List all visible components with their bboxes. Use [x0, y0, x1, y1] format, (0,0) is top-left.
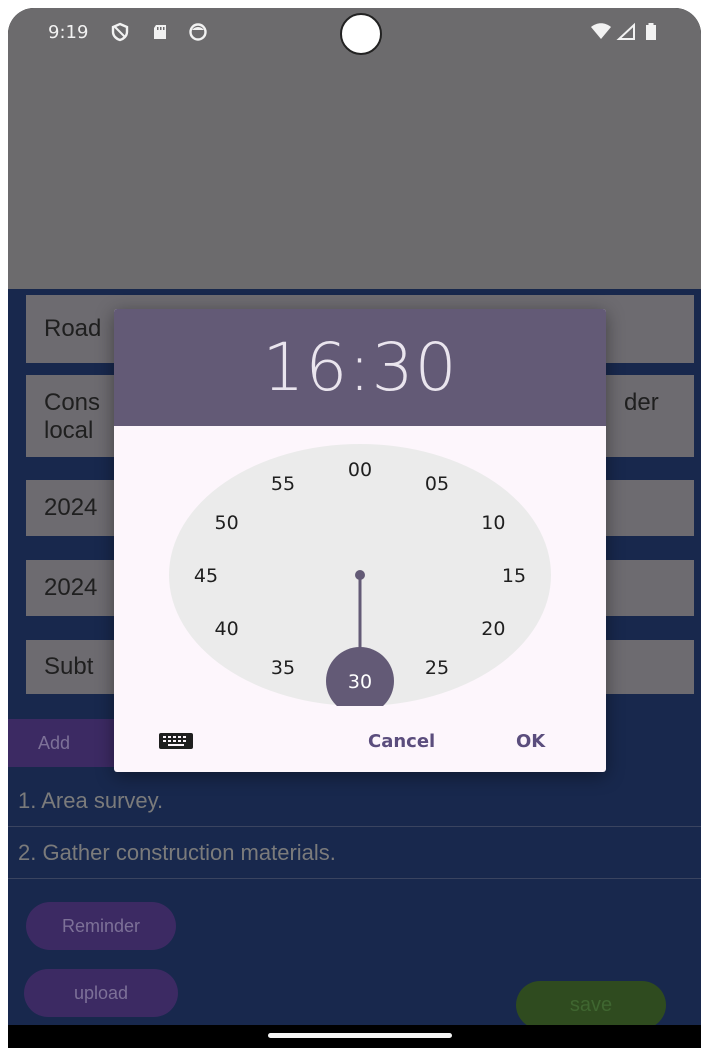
clock-minute-label-45[interactable]: 45 — [194, 565, 218, 587]
clock-minute-label-10[interactable]: 10 — [481, 512, 505, 534]
battery-icon — [646, 23, 656, 40]
reminder-label: Reminder — [61, 915, 141, 936]
phone-screen: 9:19 Road Cons local der 2024 2024 Subt … — [8, 8, 701, 1048]
time-separator: : — [348, 329, 372, 406]
dialog-actions: Cancel OK — [114, 721, 606, 761]
wifi-icon — [591, 23, 611, 39]
keyboard-icon[interactable] — [158, 731, 194, 751]
clock-minute-label-25[interactable]: 25 — [425, 657, 449, 679]
home-indicator[interactable] — [268, 1033, 452, 1038]
face-icon — [189, 23, 207, 41]
sd-card-icon — [154, 25, 166, 39]
shield-icon — [111, 22, 129, 42]
clock-minute-label-40[interactable]: 40 — [215, 618, 239, 640]
start-date-value: 2024 — [44, 494, 98, 521]
save-button[interactable]: save — [516, 981, 666, 1029]
minute-display[interactable]: 30 — [372, 329, 458, 406]
reminder-button[interactable]: Reminder — [26, 902, 176, 950]
clock-minute-label-05[interactable]: 05 — [425, 473, 449, 495]
navigation-bar — [8, 1025, 701, 1048]
add-subtask-label: Add — [38, 732, 71, 753]
ok-button[interactable]: OK — [516, 731, 545, 752]
subtask-input-placeholder: Subt — [44, 653, 94, 680]
cancel-button[interactable]: Cancel — [368, 731, 435, 752]
clock-minute-label-55[interactable]: 55 — [271, 473, 295, 495]
upload-button[interactable]: upload — [24, 969, 178, 1017]
camera-cutout — [340, 13, 382, 55]
hour-display[interactable]: 16 — [262, 329, 348, 406]
subtask-text: 1. Area survey. — [18, 787, 164, 813]
clock-minute-label-20[interactable]: 20 — [481, 618, 505, 640]
time-picker-dialog: 16 : 30 00 05 10 15 20 25 30 35 40 45 50 55 Cancel … — [114, 309, 606, 772]
description-line-1: Cons — [44, 389, 101, 416]
status-bar: 9:19 — [8, 8, 701, 60]
clock-minute-label-50[interactable]: 50 — [215, 512, 239, 534]
upload-label: upload — [73, 982, 129, 1003]
top-scrim-area: 9:19 — [8, 8, 701, 289]
end-date-value: 2024 — [44, 574, 98, 601]
clock-minute-label-15[interactable]: 15 — [502, 565, 526, 587]
description-line-tail: der — [624, 389, 659, 416]
clock-dial-graphic: 00 05 10 15 20 25 30 35 40 45 50 55 — [169, 444, 551, 706]
time-picker-header: 16 : 30 — [114, 309, 606, 426]
save-label: save — [569, 993, 613, 1016]
clock-minute-label-35[interactable]: 35 — [271, 657, 295, 679]
title-field-value: Road — [44, 315, 102, 342]
status-time: 9:19 — [48, 22, 89, 43]
subtask-text: 2. Gather construction materials. — [18, 839, 336, 865]
time-display: 16 : 30 — [262, 329, 457, 406]
clock-minute-label-30[interactable]: 30 — [348, 671, 372, 693]
clock-dial[interactable]: 00 05 10 15 20 25 30 35 40 45 50 55 — [169, 444, 551, 706]
cell-signal-icon — [616, 22, 635, 40]
list-item: 1. Area survey. — [8, 775, 701, 827]
list-item: 2. Gather construction materials. — [8, 827, 701, 879]
description-line-2: local — [44, 417, 94, 444]
clock-center-dot — [355, 570, 365, 580]
clock-minute-label-00[interactable]: 00 — [348, 459, 372, 481]
